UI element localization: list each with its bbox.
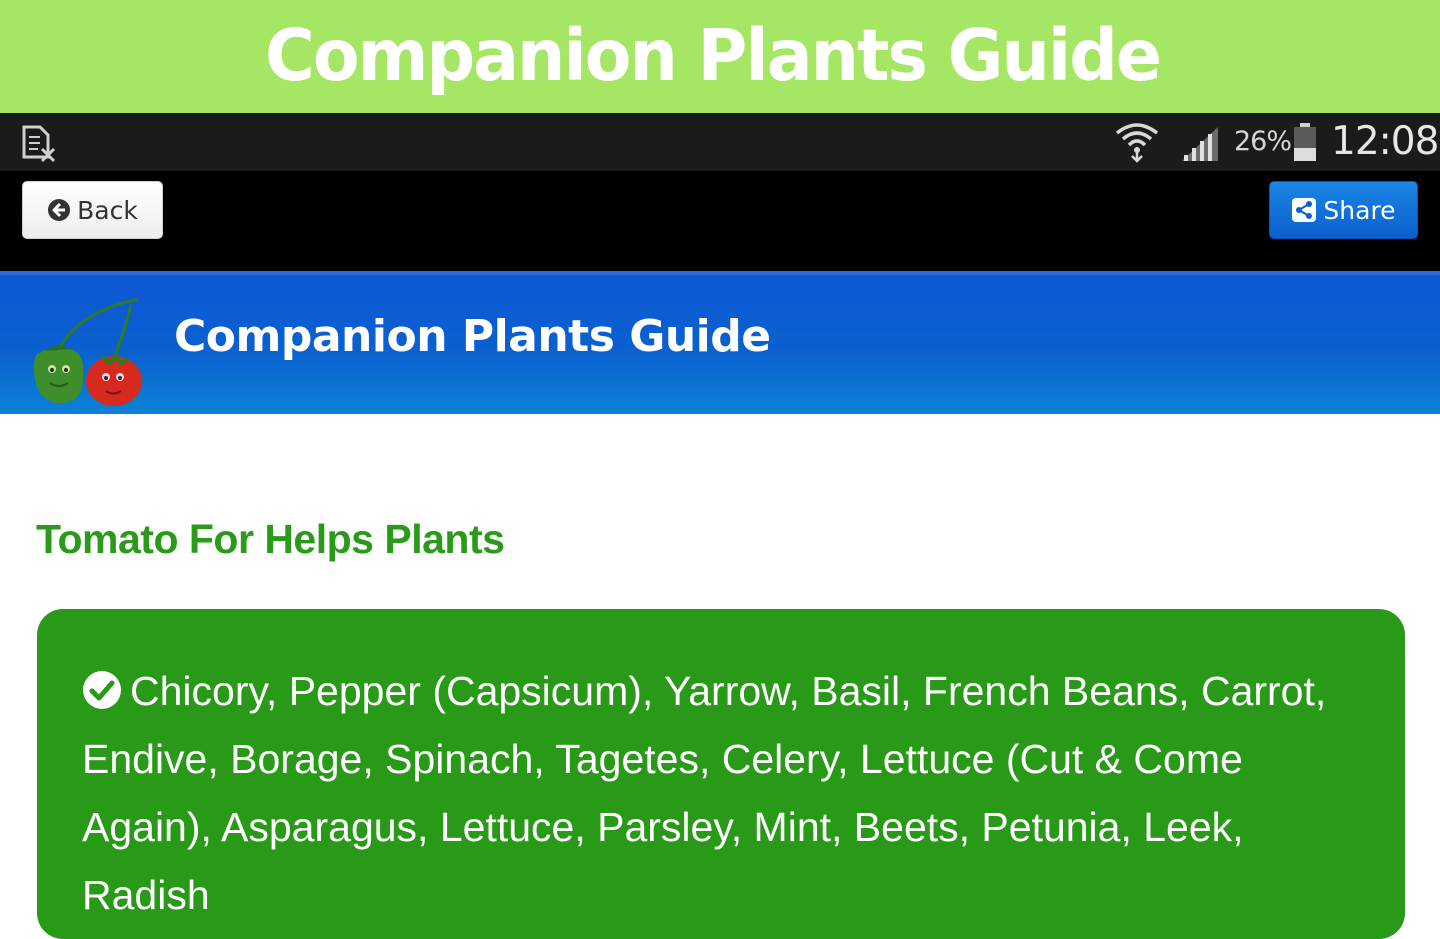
signal-icon bbox=[1182, 127, 1218, 161]
arrow-left-circle-icon bbox=[48, 199, 71, 221]
share-icon bbox=[1292, 198, 1317, 222]
pepper-tomato-logo bbox=[34, 297, 142, 406]
main-content: Tomato For Helps Plants Chicory, Pepper … bbox=[0, 414, 1440, 939]
share-button-label: Share bbox=[1323, 195, 1396, 225]
wifi-icon bbox=[1115, 123, 1159, 163]
app-header: Companion Plants Guide bbox=[0, 271, 1440, 414]
promo-banner: Companion Plants Guide bbox=[0, 0, 1440, 113]
companion-plants-list: Chicory, Pepper (Capsicum), Yarrow, Basi… bbox=[82, 657, 1372, 929]
companion-plants-text: Chicory, Pepper (Capsicum), Yarrow, Basi… bbox=[82, 668, 1327, 918]
app-header-title: Companion Plants Guide bbox=[174, 311, 771, 362]
sim-card-x-icon bbox=[22, 125, 56, 163]
status-bar: 26% 12:08 bbox=[0, 113, 1440, 171]
battery-percent: 26% bbox=[1234, 126, 1292, 157]
toolbar: Back Share bbox=[0, 171, 1440, 271]
back-button-label: Back bbox=[77, 195, 138, 225]
battery-icon bbox=[1294, 123, 1316, 161]
status-clock: 12:08 bbox=[1331, 119, 1439, 164]
share-button[interactable]: Share bbox=[1269, 181, 1418, 239]
banner-title: Companion Plants Guide bbox=[265, 15, 1162, 98]
back-button[interactable]: Back bbox=[22, 181, 163, 239]
companion-plants-card: Chicory, Pepper (Capsicum), Yarrow, Basi… bbox=[37, 609, 1405, 939]
section-heading: Tomato For Helps Plants bbox=[36, 516, 505, 562]
check-circle-icon bbox=[83, 671, 121, 709]
